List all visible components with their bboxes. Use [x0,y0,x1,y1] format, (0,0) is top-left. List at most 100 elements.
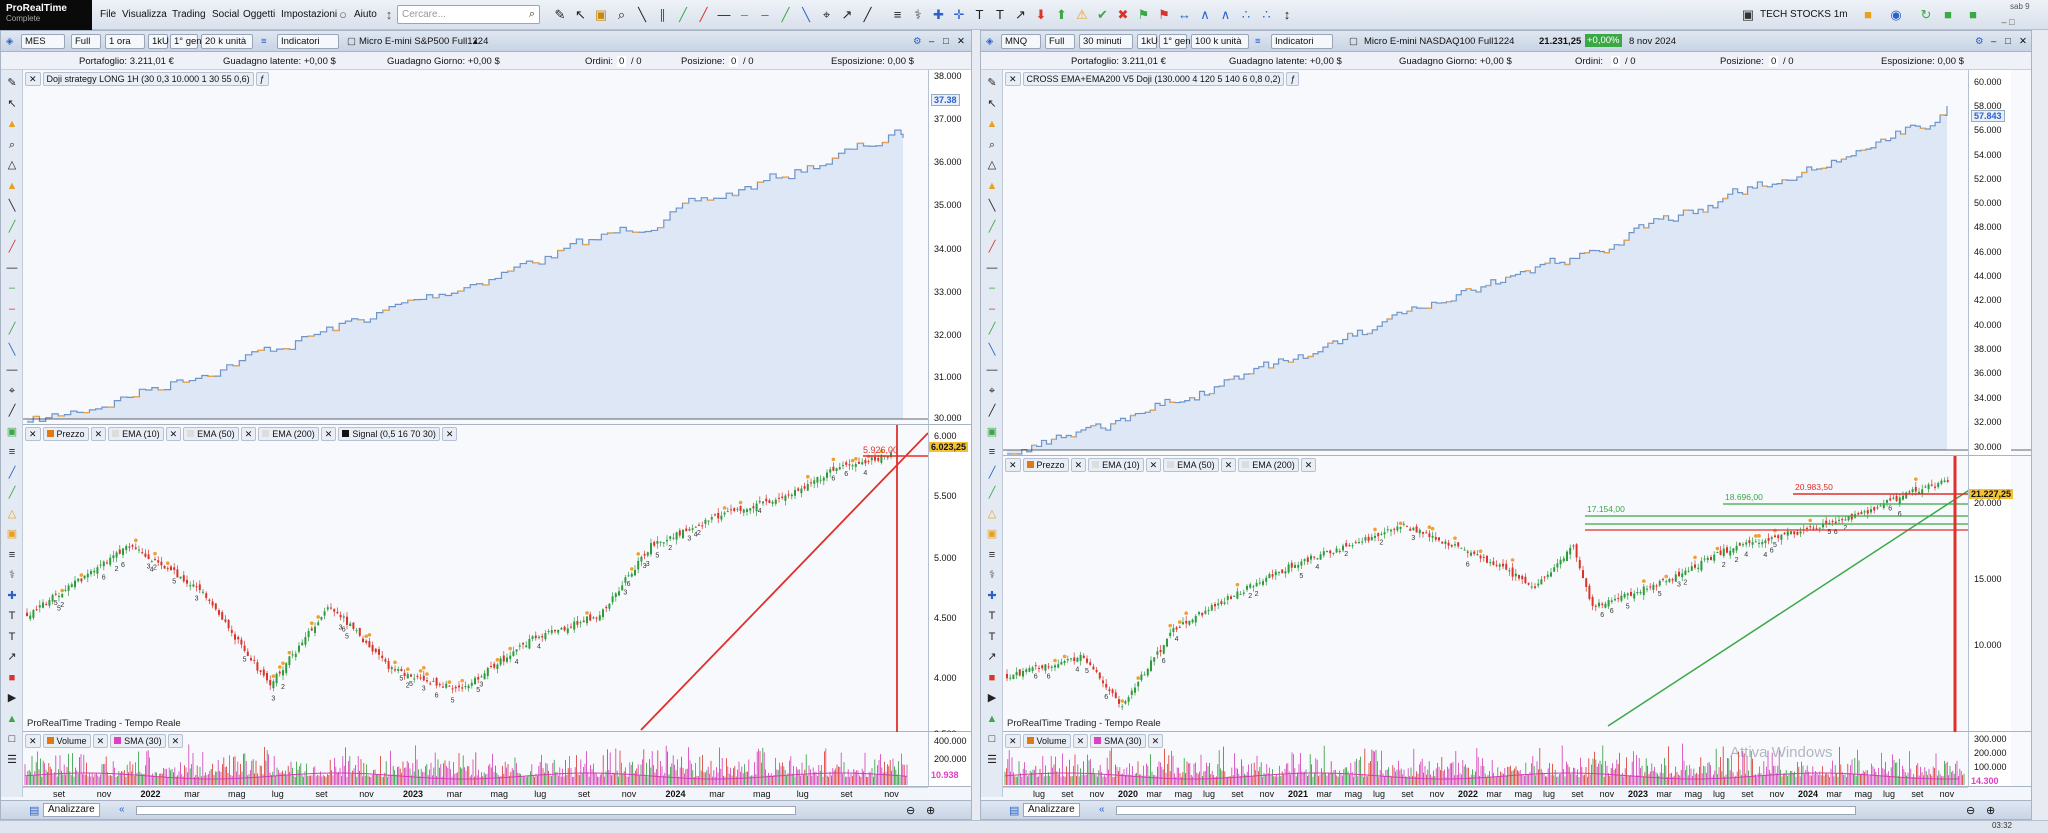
right-price-indicator-chip[interactable]: Prezzo [1022,458,1069,472]
left-price-indicator-close-icon[interactable]: ✕ [441,427,458,441]
left-price-indicator-chip[interactable]: Prezzo [42,427,89,441]
right-equity-close-icon[interactable]: ✕ [1005,72,1021,86]
side-tool-icon[interactable]: ▣ [5,425,19,439]
left-volume-indicator-close-icon[interactable]: ✕ [92,734,109,748]
menu-help[interactable]: Aiuto [354,9,377,20]
right-scrollbar[interactable] [1116,806,1856,815]
right-analyze-icon[interactable]: ▤ [1009,804,1019,817]
status-icon[interactable]: ■ [1965,7,1981,23]
side-tool-icon[interactable]: ▲ [5,117,19,131]
side-tool-icon[interactable]: ≡ [5,445,19,459]
menu-settings[interactable]: Impostazioni [281,9,337,20]
left-volume-indicator-chip[interactable]: Volume [42,734,91,748]
side-tool-icon[interactable]: T [985,609,999,623]
right-equity-axis[interactable]: 60.000 58.000 56.000 54.000 52.000 50.000 48.0… [1968,70,2011,455]
right-prev-icon[interactable]: « [1099,804,1105,815]
left-indicators-button[interactable]: Indicatori [277,34,339,49]
side-tool-icon[interactable]: ✚ [5,589,19,603]
side-tool-icon[interactable]: ☰ [985,753,999,767]
right-day-select[interactable]: 1° gen [1159,34,1191,49]
search-icon[interactable]: ⌕ [529,8,535,21]
left-timeframe-select[interactable]: 1 ora [105,34,145,49]
side-tool-icon[interactable]: ⚕ [985,568,999,582]
window-controls-icon[interactable]: – □ ✕ [2000,14,2016,43]
right-volume-close-icon[interactable]: ✕ [1005,734,1021,748]
drawing-tool-icon[interactable]: ⌖ [819,7,835,23]
side-tool-icon[interactable]: ╱ [5,486,19,500]
side-tool-icon[interactable]: ↗ [5,650,19,664]
right-instrument-name[interactable]: Micro E-mini NASDAQ100 Full1224 [1364,36,1514,47]
side-tool-icon[interactable]: △ [985,158,999,172]
side-tool-icon[interactable]: ↗ [985,650,999,664]
drawing-tool-icon[interactable]: ╱ [675,7,691,23]
right-orders-value[interactable]: 0 [1611,56,1621,67]
side-tool-icon[interactable]: — [5,363,19,377]
side-tool-icon[interactable]: ╱ [5,322,19,336]
left-time-axis[interactable]: set nov 2022 mar mag lug set nov 2023 mar mag lug se… [23,787,928,800]
right-zoom-out-icon[interactable]: ⊖ [1966,804,1975,817]
side-tool-icon[interactable]: ╱ [985,240,999,254]
right-zoom-in-icon[interactable]: ⊕ [1986,804,1995,817]
right-price-indicator-close-icon[interactable]: ✕ [1220,458,1237,472]
side-tool-icon[interactable]: – [985,281,999,295]
right-volume-indicator-chip[interactable]: Volume [1022,734,1071,748]
side-tool-icon[interactable]: ╱ [5,240,19,254]
drawing-tool-icon[interactable]: ∥ [655,7,671,23]
right-settings-icon[interactable]: ⚙ [1975,36,1984,47]
side-tool-icon[interactable]: △ [5,507,19,521]
side-tool-icon[interactable]: ╱ [5,220,19,234]
right-price-indicator-close-icon[interactable]: ✕ [1145,458,1162,472]
speaker-icon[interactable]: ◉ [1888,7,1904,23]
drawing-tool-icon[interactable]: ↖ [573,7,589,23]
side-tool-icon[interactable]: T [985,630,999,644]
side-tool-icon[interactable]: ✎ [5,76,19,90]
right-price-indicator-close-icon[interactable]: ✕ [1070,458,1087,472]
right-price-close-icon[interactable]: ✕ [1005,458,1021,472]
drawing-tool-icon[interactable]: ✚ [931,7,947,23]
side-tool-icon[interactable]: ▶ [5,691,19,705]
side-tool-icon[interactable]: ▲ [985,179,999,193]
drawing-tool-icon[interactable]: ╲ [634,7,650,23]
left-price-indicator-close-icon[interactable]: ✕ [165,427,182,441]
right-indicators-button[interactable]: Indicatori [1271,34,1333,49]
drawing-tool-icon[interactable]: ⚠ [1074,7,1090,23]
left-price-indicator-chip[interactable]: EMA (50) [183,427,239,441]
drawing-tool-icon[interactable]: ↗ [1013,7,1029,23]
indicators-icon[interactable]: ≡ [261,36,267,47]
right-volume-indicator-close-icon[interactable]: ✕ [1072,734,1089,748]
left-analyzer-button[interactable]: Analizzare [43,803,100,817]
right-volume-axis[interactable]: 300.000 200.000 100.000 14.300 [1968,732,2011,786]
side-tool-icon[interactable]: ↖ [985,97,999,111]
layout-icon[interactable]: ■ [1940,7,1956,23]
side-tool-icon[interactable]: ▲ [985,712,999,726]
side-tool-icon[interactable]: — [5,261,19,275]
drawing-tool-icon[interactable]: ✖ [1115,7,1131,23]
left-zoom-in-icon[interactable]: ⊕ [926,804,935,817]
drawing-tool-icon[interactable]: ╱ [860,7,876,23]
side-tool-icon[interactable]: ⚕ [5,568,19,582]
left-equity-close-icon[interactable]: ✕ [25,72,41,86]
drawing-tool-icon[interactable]: ▣ [593,7,609,23]
left-position-value[interactable]: 0 [729,56,739,67]
side-tool-icon[interactable]: ╲ [985,343,999,357]
right-volume-indicator-close-icon[interactable]: ✕ [1147,734,1164,748]
drawing-tool-icon[interactable]: ↕ [1279,7,1295,23]
right-units-toggle[interactable]: 1kU [1137,34,1158,49]
left-price-indicator-close-icon[interactable]: ✕ [90,427,107,441]
left-units-select[interactable]: 20 k unità [201,34,253,49]
left-price-axis[interactable]: 6.0005.5005.0004.5004.0003.5006.023,25 [928,425,971,739]
right-volume-chart[interactable]: ✕ Volume ✕ SMA (30) ✕ 300.000 200.000 100.000 1… [1003,732,2031,787]
drawing-tool-icon[interactable]: T [992,7,1008,23]
right-minimize-icon[interactable]: – [1991,36,1996,47]
left-symbol-select[interactable]: MES [21,34,65,49]
side-tool-icon[interactable]: □ [985,732,999,746]
side-tool-icon[interactable]: △ [5,158,19,172]
side-tool-icon[interactable]: ╲ [5,199,19,213]
drawing-tool-icon[interactable]: ╲ [798,7,814,23]
left-price-indicator-close-icon[interactable]: ✕ [240,427,257,441]
left-equity-title[interactable]: Doji strategy LONG 1H (30 0,3 10.000 1 3… [42,72,254,86]
side-tool-icon[interactable]: ▲ [5,179,19,193]
side-tool-icon[interactable]: ╱ [985,404,999,418]
left-equity-axis[interactable]: 38.000 37.000 36.000 35.000 34.000 33.000 32.0… [928,70,971,424]
left-instrument-dropdown-icon[interactable]: ▴ [473,36,478,47]
